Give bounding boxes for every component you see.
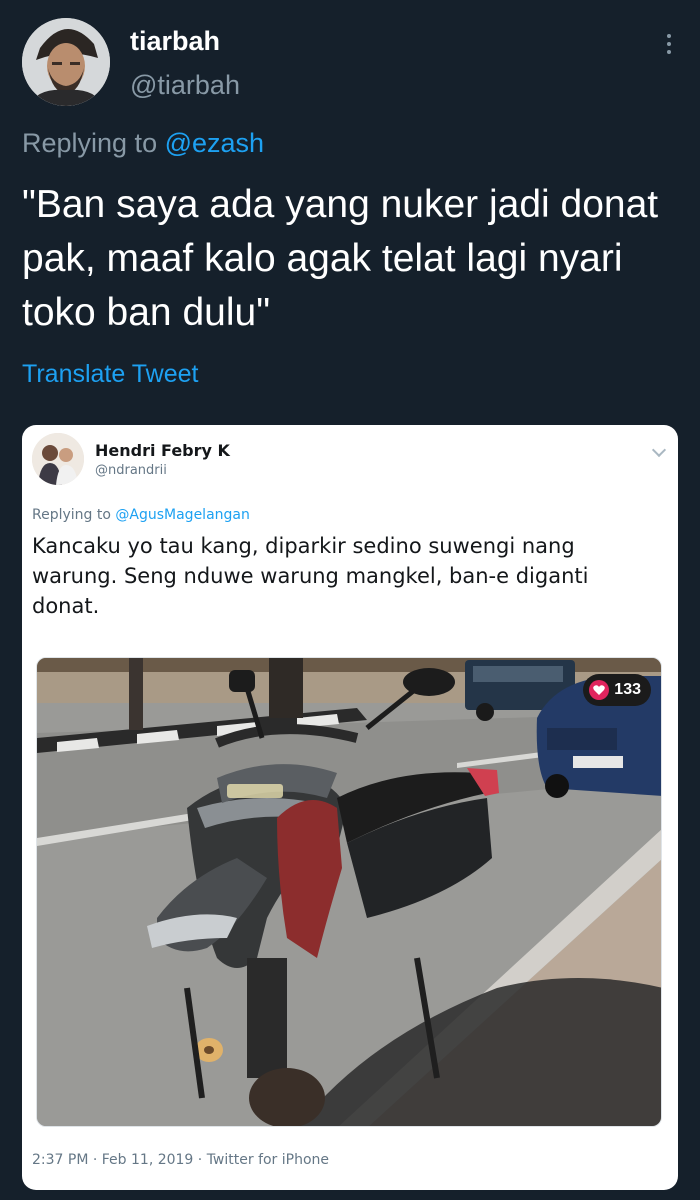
replying-prefix: Replying to — [22, 128, 158, 158]
quoted-timestamp: 2:37 PM · Feb 11, 2019 · Twitter for iPh… — [32, 1152, 330, 1168]
photo-motorcycle — [37, 658, 661, 1126]
heart-icon — [589, 680, 610, 700]
tweet-text: "Ban saya ada yang nuker jadi donat pak,… — [22, 183, 659, 334]
avatar-image — [22, 18, 110, 106]
author-handle[interactable]: @tiarbah — [130, 70, 240, 101]
replying-to: Replying to @ezash — [22, 128, 264, 159]
author-display-name[interactable]: tiarbah — [130, 26, 220, 57]
author-avatar[interactable] — [22, 18, 110, 106]
like-badge: 133 — [583, 674, 651, 706]
quoted-replying-mention: @AgusMagelangan — [115, 507, 250, 523]
quoted-replying-to: Replying to @AgusMagelangan — [32, 507, 250, 523]
motorcycle-photo: 133 — [36, 657, 662, 1127]
quoted-avatar — [32, 433, 84, 485]
like-count: 133 — [614, 681, 641, 698]
quoted-replying-prefix: Replying to — [32, 507, 111, 523]
translate-tweet-link[interactable]: Translate Tweet — [22, 360, 198, 389]
more-vertical-icon[interactable] — [664, 34, 674, 58]
quoted-avatar-image — [32, 433, 84, 485]
quoted-handle: @ndrandrii — [95, 463, 167, 478]
replying-mention-link[interactable]: @ezash — [165, 128, 264, 158]
embedded-tweet-image[interactable]: Hendri Febry K @ndrandrii Replying to @A… — [22, 425, 678, 1190]
quoted-display-name: Hendri Febry K — [95, 441, 230, 460]
chevron-down-icon — [651, 442, 667, 458]
quoted-tweet-text: Kancaku yo tau kang, diparkir sedino suw… — [32, 534, 589, 618]
